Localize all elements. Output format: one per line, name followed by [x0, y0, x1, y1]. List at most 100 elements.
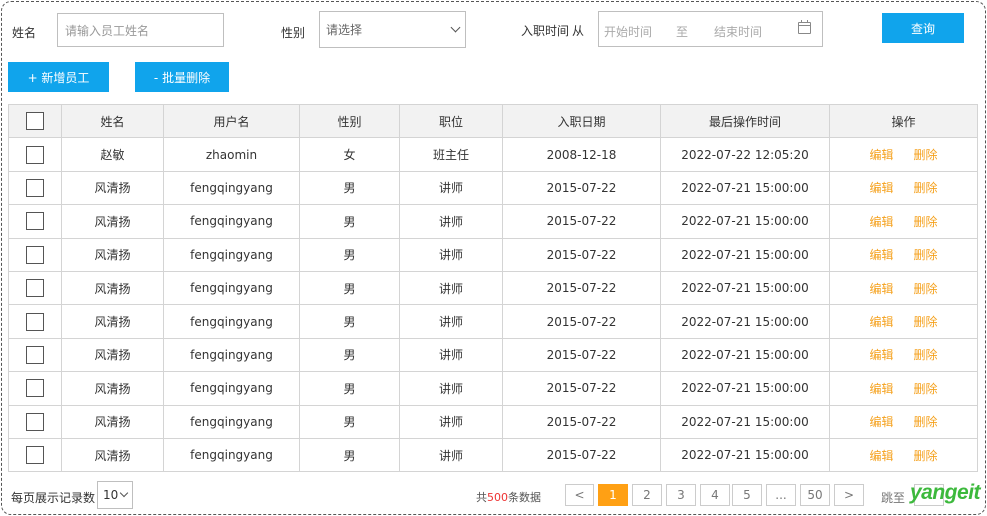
cell-gender: 男 — [299, 237, 400, 272]
row-checkbox[interactable] — [26, 312, 44, 331]
page-button-50[interactable]: 50 — [800, 484, 830, 506]
edit-link[interactable]: 编辑 — [869, 315, 893, 329]
cell-username: fengqingyang — [163, 337, 300, 373]
name-filter-label: 姓名 — [12, 26, 37, 40]
row-checkbox[interactable] — [26, 379, 44, 398]
cell-actions: 编辑 删除 — [829, 337, 978, 373]
date-end-input[interactable]: 结束时间 — [714, 23, 762, 40]
edit-link[interactable]: 编辑 — [869, 215, 893, 229]
batch-delete-button[interactable]: - 批量删除 — [135, 62, 229, 92]
cell-actions: 编辑 删除 — [829, 304, 978, 339]
column-header-name: 姓名 — [61, 103, 164, 139]
cell-entry-date: 2015-07-22 — [502, 404, 661, 439]
cell-last-op: 2022-07-21 15:00:00 — [660, 204, 830, 239]
delete-link[interactable]: 删除 — [914, 348, 938, 362]
page-button-4[interactable]: 4 — [700, 484, 730, 506]
row-checkbox[interactable] — [26, 212, 44, 231]
page-size-label: 每页展示记录数 — [11, 491, 96, 505]
cell-position: 班主任 — [399, 137, 503, 172]
page-button-1[interactable]: 1 — [598, 484, 628, 506]
column-header-gender: 性别 — [299, 103, 400, 139]
row-checkbox[interactable] — [26, 178, 44, 197]
cell-actions: 编辑 删除 — [829, 237, 978, 272]
cell-gender: 女 — [299, 137, 400, 172]
cell-entry-date: 2015-07-22 — [502, 337, 661, 373]
cell-entry-date: 2015-07-22 — [502, 170, 661, 206]
jump-to-label: 跳至 — [881, 491, 906, 505]
date-start-input[interactable]: 开始时间 — [604, 23, 652, 40]
cell-position: 讲师 — [399, 204, 503, 239]
cell-entry-date: 2015-07-22 — [502, 371, 661, 406]
delete-link[interactable]: 删除 — [914, 282, 938, 296]
cell-username: fengqingyang — [163, 204, 300, 239]
row-checkbox[interactable] — [26, 145, 44, 164]
column-header-username: 用户名 — [163, 103, 300, 139]
page-button-2[interactable]: 2 — [632, 484, 662, 506]
cell-last-op: 2022-07-21 15:00:00 — [660, 371, 830, 406]
edit-link[interactable]: 编辑 — [869, 449, 893, 463]
delete-link[interactable]: 删除 — [914, 248, 938, 262]
select-all-checkbox[interactable] — [26, 112, 44, 131]
table-row: 赵敏 zhaomin 女 班主任 2008-12-18 2022-07-22 1… — [8, 137, 978, 172]
cell-gender: 男 — [299, 371, 400, 406]
delete-link[interactable]: 删除 — [914, 415, 938, 429]
edit-link[interactable]: 编辑 — [869, 382, 893, 396]
cell-name: 风清扬 — [61, 270, 164, 306]
delete-link[interactable]: 删除 — [914, 148, 938, 162]
cell-gender: 男 — [299, 170, 400, 206]
table-row: 风清扬 fengqingyang 男 讲师 2015-07-22 2022-07… — [8, 337, 978, 373]
edit-link[interactable]: 编辑 — [869, 415, 893, 429]
delete-link[interactable]: 删除 — [914, 382, 938, 396]
cell-actions: 编辑 删除 — [829, 371, 978, 406]
cell-last-op: 2022-07-21 15:00:00 — [660, 237, 830, 272]
cell-last-op: 2022-07-22 12:05:20 — [660, 137, 830, 172]
date-range-picker[interactable]: 开始时间 至 结束时间 — [598, 11, 823, 47]
query-button[interactable]: 查询 — [882, 13, 964, 43]
cell-position: 讲师 — [399, 170, 503, 206]
column-header-actions: 操作 — [829, 103, 978, 139]
cell-entry-date: 2015-07-22 — [502, 270, 661, 306]
cell-actions: 编辑 删除 — [829, 437, 978, 473]
table-row: 风清扬 fengqingyang 男 讲师 2015-07-22 2022-07… — [8, 270, 978, 306]
cell-position: 讲师 — [399, 337, 503, 373]
edit-link[interactable]: 编辑 — [869, 248, 893, 262]
gender-filter-label: 性别 — [281, 26, 306, 40]
delete-link[interactable]: 删除 — [914, 181, 938, 195]
edit-link[interactable]: 编辑 — [869, 148, 893, 162]
row-checkbox[interactable] — [26, 279, 44, 298]
page-ellipsis: ... — [766, 484, 796, 506]
cell-position: 讲师 — [399, 237, 503, 272]
delete-link[interactable]: 删除 — [914, 315, 938, 329]
row-checkbox[interactable] — [26, 245, 44, 264]
name-search-input[interactable]: 请输入员工姓名 — [57, 13, 224, 47]
page-size-select[interactable]: 10 — [97, 481, 133, 509]
cell-position: 讲师 — [399, 304, 503, 339]
total-count-value: 500 — [487, 491, 508, 504]
row-checkbox[interactable] — [26, 446, 44, 465]
select-all-cell — [8, 103, 62, 139]
table-row: 风清扬 fengqingyang 男 讲师 2015-07-22 2022-07… — [8, 170, 978, 206]
next-page-button[interactable]: > — [834, 484, 864, 506]
cell-entry-date: 2015-07-22 — [502, 437, 661, 473]
cell-entry-date: 2008-12-18 — [502, 137, 661, 172]
delete-link[interactable]: 删除 — [914, 215, 938, 229]
row-checkbox[interactable] — [26, 345, 44, 364]
chevron-down-icon — [450, 22, 461, 33]
cell-name: 风清扬 — [61, 371, 164, 406]
gender-select[interactable]: 请选择 — [319, 11, 466, 48]
cell-actions: 编辑 删除 — [829, 404, 978, 439]
page-button-5[interactable]: 5 — [732, 484, 762, 506]
prev-page-button[interactable]: < — [565, 484, 594, 506]
page-button-3[interactable]: 3 — [666, 484, 696, 506]
edit-link[interactable]: 编辑 — [869, 282, 893, 296]
edit-link[interactable]: 编辑 — [869, 348, 893, 362]
table-row: 风清扬 fengqingyang 男 讲师 2015-07-22 2022-07… — [8, 437, 978, 473]
add-employee-button[interactable]: + 新增员工 — [8, 62, 109, 92]
column-header-position: 职位 — [399, 103, 503, 139]
cell-gender: 男 — [299, 270, 400, 306]
cell-username: fengqingyang — [163, 270, 300, 306]
row-checkbox[interactable] — [26, 412, 44, 431]
calendar-icon[interactable] — [798, 20, 811, 34]
edit-link[interactable]: 编辑 — [869, 181, 893, 195]
delete-link[interactable]: 删除 — [914, 449, 938, 463]
